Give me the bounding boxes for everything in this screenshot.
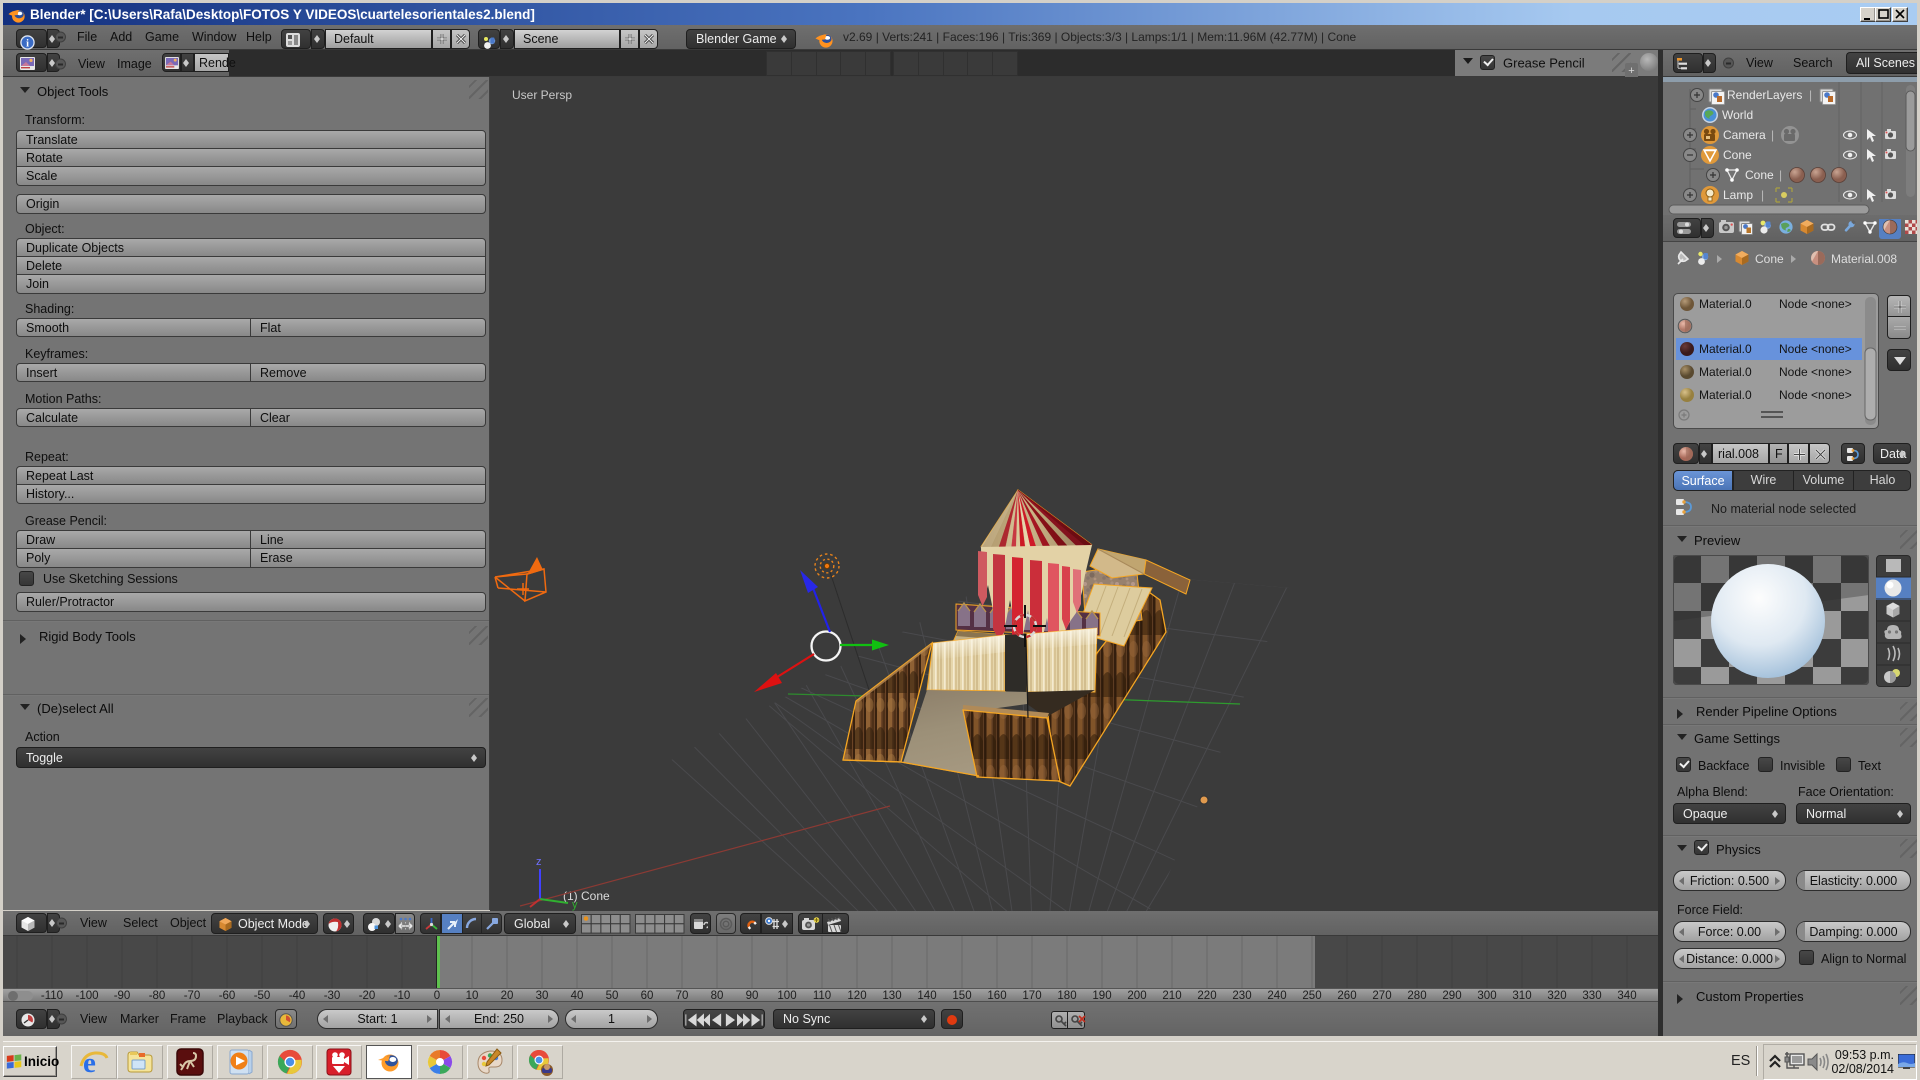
svg-text:Material.0: Material.0: [1699, 342, 1752, 356]
svg-text:Material.0: Material.0: [1699, 297, 1752, 311]
svg-text:Cone: Cone: [1745, 168, 1774, 182]
svg-text:Material.0: Material.0: [1699, 365, 1752, 379]
svg-text:Node <none>: Node <none>: [1779, 297, 1852, 311]
svg-text:Cone: Cone: [1723, 148, 1752, 162]
svg-text:|: |: [1761, 188, 1764, 202]
svg-text:|: |: [1779, 168, 1782, 182]
svg-text:RenderLayers: RenderLayers: [1727, 88, 1802, 102]
svg-text:Node <none>: Node <none>: [1779, 365, 1852, 379]
svg-text:Cone: Cone: [1755, 252, 1784, 266]
svg-text:|: |: [1771, 128, 1774, 142]
svg-text:World: World: [1722, 108, 1753, 122]
svg-text:Node <none>: Node <none>: [1779, 388, 1852, 402]
svg-text:y: y: [572, 899, 578, 911]
svg-text:e: e: [83, 1047, 96, 1077]
svg-text:Material.0: Material.0: [1699, 388, 1752, 402]
svg-text:Camera: Camera: [1723, 128, 1766, 142]
svg-text:i: i: [26, 38, 29, 49]
svg-text:Material.008: Material.008: [1831, 252, 1897, 266]
svg-text:z: z: [536, 856, 542, 868]
svg-text:Lamp: Lamp: [1723, 188, 1753, 202]
svg-text:|: |: [1809, 88, 1812, 102]
svg-text:Node <none>: Node <none>: [1779, 342, 1852, 356]
